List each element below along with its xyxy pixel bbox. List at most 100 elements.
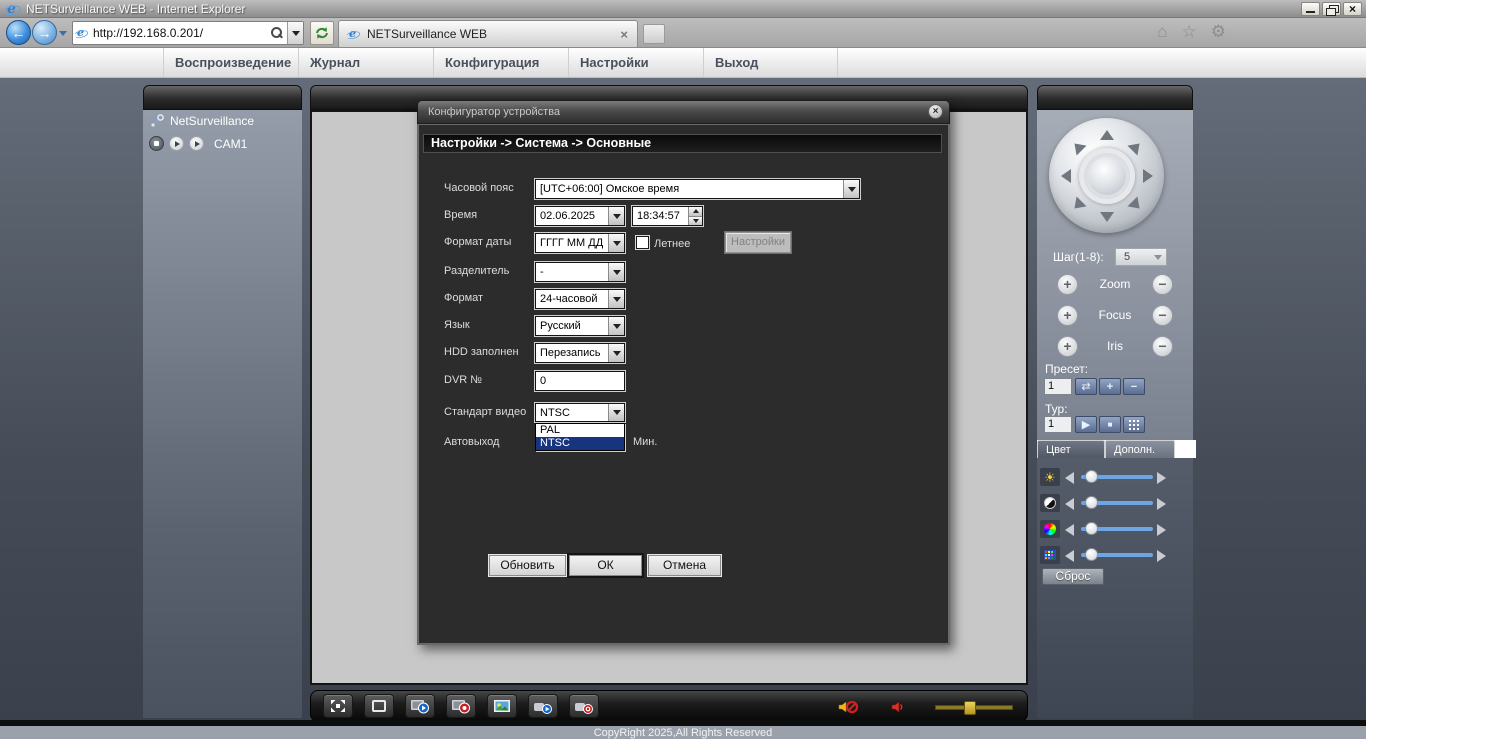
minimize-button[interactable] xyxy=(1301,2,1320,16)
hdd-full-select[interactable]: Перезапись xyxy=(535,343,625,363)
hue-increase-arrow[interactable] xyxy=(1157,550,1166,562)
focus-minus-button[interactable]: − xyxy=(1152,305,1173,326)
contrast-decrease-arrow[interactable] xyxy=(1065,498,1074,510)
brightness-slider-handle[interactable] xyxy=(1085,470,1098,483)
option-pal[interactable]: PAL xyxy=(536,424,624,437)
timezone-select[interactable]: [UTC+06:00] Омское время xyxy=(535,179,860,199)
zoom-plus-button[interactable]: + xyxy=(1057,274,1078,295)
camera-substream-button[interactable] xyxy=(189,136,204,151)
brightness-decrease-arrow[interactable] xyxy=(1065,472,1074,484)
date-format-dropdown-icon[interactable] xyxy=(608,234,624,252)
dialog-close-icon[interactable] xyxy=(928,104,943,119)
option-ntsc[interactable]: NTSC xyxy=(536,437,624,450)
dialog-titlebar[interactable]: Конфигуратор устройства xyxy=(417,100,950,124)
date-dropdown-icon[interactable] xyxy=(608,207,624,225)
camera-play-button[interactable] xyxy=(169,136,184,151)
record-all-button[interactable] xyxy=(446,694,476,718)
audio-muted-icon[interactable] xyxy=(837,699,861,715)
fullscreen-button[interactable] xyxy=(323,694,353,718)
language-select[interactable]: Русский xyxy=(535,316,625,336)
menu-exit[interactable]: Выход xyxy=(703,48,838,77)
hue-slider-handle[interactable] xyxy=(1085,548,1098,561)
separator-select[interactable]: - xyxy=(535,262,625,282)
tab-close-icon[interactable] xyxy=(617,27,631,42)
device-tree-root[interactable]: NetSurveillance xyxy=(150,113,254,128)
preset-add-button[interactable]: + xyxy=(1099,378,1121,395)
hdd-full-dropdown-icon[interactable] xyxy=(608,344,624,362)
video-standard-select[interactable]: NTSC xyxy=(535,403,625,422)
video-standard-dropdown-icon[interactable] xyxy=(608,404,624,421)
ptz-down-right-icon[interactable] xyxy=(1127,196,1144,213)
speaker-icon[interactable] xyxy=(891,699,905,715)
zoom-minus-button[interactable]: − xyxy=(1152,274,1173,295)
ptz-up-left-icon[interactable] xyxy=(1069,138,1086,155)
time-up-icon[interactable] xyxy=(688,207,702,216)
iris-plus-button[interactable]: + xyxy=(1057,336,1078,357)
cancel-button[interactable]: Отмена xyxy=(648,555,721,576)
menu-settings[interactable]: Настройки xyxy=(568,48,703,77)
ok-button[interactable]: ОК xyxy=(569,555,642,576)
settings-gear-icon[interactable]: ⚙ xyxy=(1211,22,1226,42)
restore-button[interactable] xyxy=(1322,2,1341,16)
ptz-right-icon[interactable] xyxy=(1143,169,1153,183)
brightness-slider[interactable] xyxy=(1081,475,1153,479)
address-bar[interactable]: e http://192.168.0.201/ xyxy=(72,21,304,45)
refresh-button[interactable] xyxy=(310,21,334,45)
time-format-select[interactable]: 24-часовой xyxy=(535,289,625,309)
snapshot-button[interactable] xyxy=(487,694,517,718)
forward-button[interactable]: → xyxy=(32,20,57,45)
menu-configuration[interactable]: Конфигурация xyxy=(433,48,568,77)
hue-slider[interactable] xyxy=(1081,553,1153,557)
favorites-star-icon[interactable]: ☆ xyxy=(1182,22,1197,42)
tour-stop-button[interactable]: ■ xyxy=(1099,416,1121,433)
saturation-increase-arrow[interactable] xyxy=(1157,524,1166,536)
tour-input[interactable]: 1 xyxy=(1044,416,1072,433)
step-select[interactable]: 5 xyxy=(1115,248,1167,266)
contrast-slider[interactable] xyxy=(1081,501,1153,505)
ptz-center-ball[interactable] xyxy=(1088,157,1126,195)
back-button[interactable]: ← xyxy=(6,20,31,45)
url-text[interactable]: http://192.168.0.201/ xyxy=(93,26,269,40)
saturation-decrease-arrow[interactable] xyxy=(1065,524,1074,536)
preset-goto-button[interactable]: ⇄ xyxy=(1075,378,1097,395)
preset-input[interactable]: 1 xyxy=(1044,378,1072,395)
date-select[interactable]: 02.06.2025 xyxy=(535,206,625,226)
ptz-down-left-icon[interactable] xyxy=(1069,196,1086,213)
hue-decrease-arrow[interactable] xyxy=(1065,550,1074,562)
tab-color[interactable]: Цвет xyxy=(1037,440,1105,458)
camera-stop-button[interactable] xyxy=(149,136,164,151)
menu-log[interactable]: Журнал xyxy=(298,48,433,77)
time-down-icon[interactable] xyxy=(688,216,702,226)
browser-tab[interactable]: e NETSurveillance WEB xyxy=(338,20,638,47)
history-dropdown-icon[interactable] xyxy=(59,31,67,36)
tab-advanced[interactable]: Дополн. xyxy=(1105,440,1175,458)
volume-slider-handle[interactable] xyxy=(964,701,976,715)
search-icon[interactable] xyxy=(269,26,283,40)
reset-button[interactable]: Сброс xyxy=(1042,568,1104,585)
ptz-joystick[interactable] xyxy=(1049,118,1164,233)
play-all-button[interactable] xyxy=(405,694,435,718)
tour-grid-button[interactable] xyxy=(1123,416,1145,433)
focus-plus-button[interactable]: + xyxy=(1057,305,1078,326)
volume-slider[interactable] xyxy=(935,705,1013,710)
home-icon[interactable]: ⌂ xyxy=(1157,22,1167,42)
dst-checkbox[interactable] xyxy=(636,236,649,249)
single-view-button[interactable] xyxy=(364,694,394,718)
ptz-down-icon[interactable] xyxy=(1100,212,1114,222)
dvr-no-input[interactable]: 0 xyxy=(535,371,625,391)
ptz-left-icon[interactable] xyxy=(1061,169,1071,183)
separator-dropdown-icon[interactable] xyxy=(608,263,624,281)
iris-minus-button[interactable]: − xyxy=(1152,336,1173,357)
saturation-slider-handle[interactable] xyxy=(1085,522,1098,535)
camera-name[interactable]: CAM1 xyxy=(214,137,247,151)
dst-settings-button[interactable]: Настройки xyxy=(725,232,791,253)
new-tab-button[interactable] xyxy=(643,24,665,44)
time-spinner[interactable]: 18:34:57 xyxy=(632,206,703,226)
tour-play-button[interactable]: ▶ xyxy=(1075,416,1097,433)
address-dropdown-button[interactable] xyxy=(287,22,303,44)
ptz-up-icon[interactable] xyxy=(1100,130,1114,140)
refresh-dialog-button[interactable]: Обновить xyxy=(489,555,566,576)
video-record-button[interactable] xyxy=(569,694,599,718)
menu-playback[interactable]: Воспроизведение xyxy=(163,48,298,77)
video-play-button[interactable] xyxy=(528,694,558,718)
